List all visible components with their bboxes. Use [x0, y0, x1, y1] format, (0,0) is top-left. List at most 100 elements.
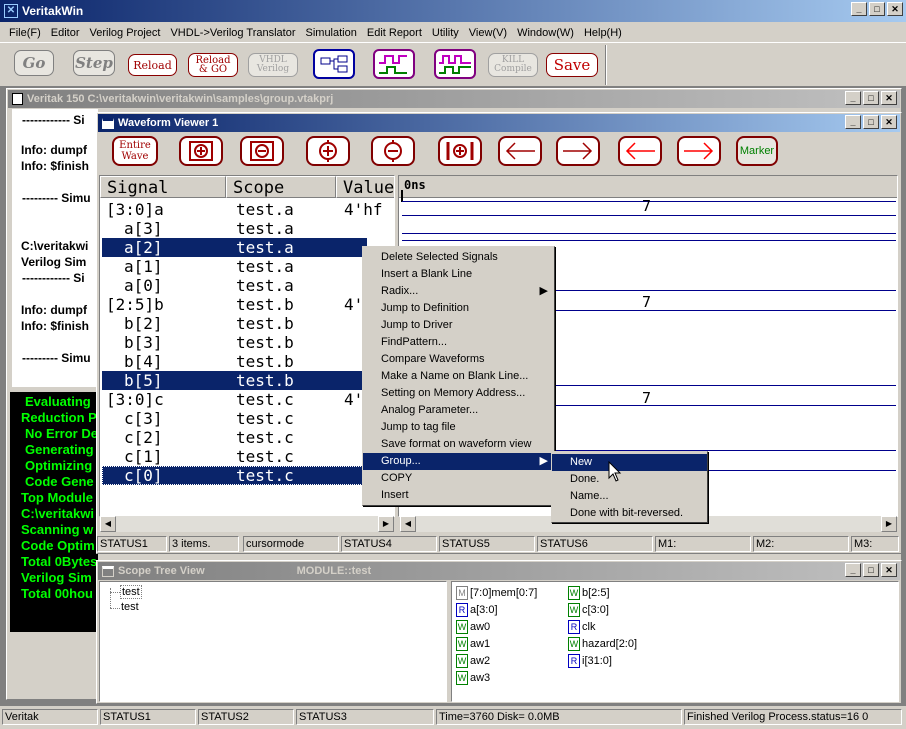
menu-editor[interactable]: Editor	[46, 27, 85, 39]
signal-row[interactable]: a[3] test.a	[102, 219, 367, 238]
submenu-item-new[interactable]: New	[552, 454, 707, 471]
signal-entry[interactable]: Waw2	[456, 654, 490, 668]
minimize-button[interactable]: _	[851, 2, 867, 16]
signal-entry[interactable]: Waw1	[456, 637, 490, 651]
menu-verilog-project[interactable]: Verilog Project	[85, 27, 166, 39]
signal-row-selected[interactable]: b[5] test.b	[102, 371, 367, 390]
menu-item-radix[interactable]: Radix... ▶	[363, 283, 554, 300]
submenu-item-name[interactable]: Name...	[552, 488, 707, 505]
signal-row-selected[interactable]: c[0] test.c	[102, 466, 367, 485]
signal-entry[interactable]: Wc[3:0]	[568, 603, 609, 617]
reload-button[interactable]: Reload	[128, 54, 177, 76]
menu-help[interactable]: Help(H)	[579, 27, 627, 39]
signal-entry[interactable]: Waw0	[456, 620, 490, 634]
signal-row[interactable]: c[2] test.c	[102, 428, 367, 447]
zoom-in-area-button[interactable]	[179, 136, 223, 166]
hierarchy-button[interactable]	[313, 49, 355, 79]
menu-vhdl-translator[interactable]: VHDL->Verilog Translator	[165, 27, 300, 39]
save-button[interactable]: Save	[546, 53, 598, 77]
scroll-left-button[interactable]	[498, 136, 542, 166]
menu-view[interactable]: View(V)	[464, 27, 512, 39]
project-minimize[interactable]: _	[845, 91, 861, 105]
signal-row[interactable]: c[3] test.c	[102, 409, 367, 428]
scope-maximize[interactable]: □	[863, 563, 879, 577]
go-button[interactable]: Go	[14, 50, 54, 76]
signal-entry[interactable]: Rclk	[568, 620, 595, 634]
signal-row[interactable]: [3:0]c test.c 4'	[102, 390, 367, 409]
menu-item-memory-address[interactable]: Setting on Memory Address...	[363, 385, 554, 402]
signal-column-header[interactable]: Signal	[100, 176, 226, 198]
console-line: Scanning w	[21, 522, 94, 537]
menu-edit-report[interactable]: Edit Report	[362, 27, 427, 39]
scroll-right-arrow[interactable]: ▶	[378, 516, 394, 532]
zoom-out-area-button[interactable]	[240, 136, 284, 166]
signal-hscroll[interactable]: ◀ ▶	[100, 516, 394, 532]
zoom-in-button[interactable]	[306, 136, 350, 166]
maximize-button[interactable]: □	[869, 2, 885, 16]
vhdl-verilog-button[interactable]: VHDL Verilog	[248, 53, 298, 77]
wave-scroll-left[interactable]: ◀	[400, 516, 416, 532]
signal-entry[interactable]: Ri[31:0]	[568, 654, 612, 668]
scope-column-header[interactable]: Scope	[226, 176, 336, 198]
scope-close[interactable]: ✕	[881, 563, 897, 577]
signal-entry[interactable]: Waw3	[456, 671, 490, 685]
menu-item-group[interactable]: Group... ▶	[363, 453, 554, 470]
signal-row-selected[interactable]: a[2] test.a	[102, 238, 367, 257]
wave-scroll-right[interactable]: ▶	[881, 516, 897, 532]
menu-window[interactable]: Window(W)	[512, 27, 579, 39]
menu-item-delete-signals[interactable]: Delete Selected Signals	[363, 249, 554, 266]
waveform-button-1[interactable]	[373, 49, 415, 79]
menu-simulation[interactable]: Simulation	[301, 27, 362, 39]
signal-row[interactable]: b[2] test.b	[102, 314, 367, 333]
marker-button[interactable]: Marker	[736, 136, 778, 166]
waveform-button-2[interactable]	[434, 49, 476, 79]
menu-item-jump-tag[interactable]: Jump to tag file	[363, 419, 554, 436]
menu-item-jump-definition[interactable]: Jump to Definition	[363, 300, 554, 317]
signal-row[interactable]: a[1] test.a	[102, 257, 367, 276]
tree-item-test[interactable]: test	[120, 585, 142, 599]
menu-item-jump-driver[interactable]: Jump to Driver	[363, 317, 554, 334]
value-column-header[interactable]: Value	[336, 176, 394, 198]
tree-item-test[interactable]: test	[121, 601, 139, 613]
cursor-center-button[interactable]	[438, 136, 482, 166]
next-edge-button[interactable]	[677, 136, 721, 166]
menu-item-make-name[interactable]: Make a Name on Blank Line...	[363, 368, 554, 385]
menu-item-find-pattern[interactable]: FindPattern...	[363, 334, 554, 351]
signal-row[interactable]: b[3] test.b	[102, 333, 367, 352]
menu-item-insert-blank[interactable]: Insert a Blank Line	[363, 266, 554, 283]
signal-entry[interactable]: Ra[3:0]	[456, 603, 498, 617]
waveform-minimize[interactable]: _	[845, 115, 861, 129]
signal-row[interactable]: a[0] test.a	[102, 276, 367, 295]
menu-item-insert[interactable]: Insert	[363, 487, 554, 504]
signal-entry[interactable]: Wb[2:5]	[568, 586, 610, 600]
entire-wave-button[interactable]: Entire Wave	[112, 136, 158, 166]
prev-edge-button[interactable]	[618, 136, 662, 166]
project-maximize[interactable]: □	[863, 91, 879, 105]
step-button[interactable]: Step	[73, 50, 115, 76]
signal-row[interactable]: b[4] test.b	[102, 352, 367, 371]
menu-utility[interactable]: Utility	[427, 27, 464, 39]
waveform-close[interactable]: ✕	[881, 115, 897, 129]
scope-minimize[interactable]: _	[845, 563, 861, 577]
menu-item-compare-waveforms[interactable]: Compare Waveforms	[363, 351, 554, 368]
zoom-out-button[interactable]	[371, 136, 415, 166]
submenu-item-done[interactable]: Done.	[552, 471, 707, 488]
menu-file[interactable]: File(F)	[4, 27, 46, 39]
signal-entry[interactable]: Whazard[2:0]	[568, 637, 637, 651]
signal-row[interactable]: [3:0]a test.a 4'hf	[102, 200, 383, 219]
scroll-left-arrow[interactable]: ◀	[100, 516, 116, 532]
menu-item-analog-parameter[interactable]: Analog Parameter...	[363, 402, 554, 419]
signal-row[interactable]: c[1] test.c	[102, 447, 367, 466]
app-title: VeritakWin	[22, 4, 84, 18]
reload-go-button[interactable]: Reload & GO	[188, 53, 238, 77]
waveform-maximize[interactable]: □	[863, 115, 879, 129]
scroll-right-button[interactable]	[556, 136, 600, 166]
menu-item-copy[interactable]: COPY	[363, 470, 554, 487]
close-button[interactable]: ✕	[887, 2, 903, 16]
kill-compile-button[interactable]: KILL Compile	[488, 53, 538, 77]
menu-item-save-format[interactable]: Save format on waveform view	[363, 436, 554, 453]
submenu-item-done-reversed[interactable]: Done with bit-reversed.	[552, 505, 707, 522]
project-close[interactable]: ✕	[881, 91, 897, 105]
signal-row[interactable]: [2:5]b test.b 4'	[102, 295, 367, 314]
signal-entry[interactable]: M [7:0]mem[0:7]	[456, 586, 537, 600]
